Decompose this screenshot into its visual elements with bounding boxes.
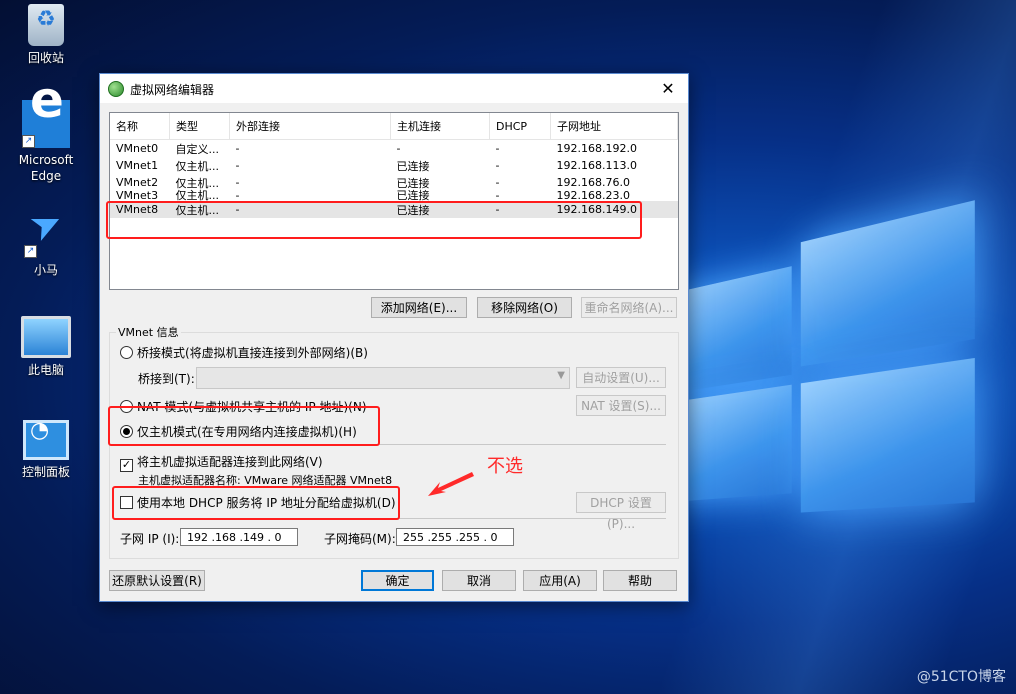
- dhcp-settings-button[interactable]: DHCP 设置(P)...: [576, 492, 666, 531]
- add-network-button[interactable]: 添加网络(E)...: [371, 297, 467, 318]
- desktop-icon-recycle-bin[interactable]: 回收站: [10, 4, 82, 66]
- nat-settings-button[interactable]: NAT 设置(S)...: [576, 395, 666, 416]
- edge-icon: ↗: [22, 92, 70, 148]
- paper-plane-icon: ↗: [24, 214, 68, 258]
- dialog-title: 虚拟网络编辑器: [130, 83, 215, 97]
- list-header: 名称 类型 外部连接 主机连接 DHCP 子网地址: [110, 113, 678, 140]
- column-header[interactable]: 名称: [110, 113, 170, 140]
- bridge-to-select[interactable]: ▼: [196, 367, 570, 389]
- subnet-mask-label: 子网掩码(M):: [324, 532, 396, 546]
- computer-icon: [21, 316, 71, 358]
- restore-defaults-button[interactable]: 还原默认设置(R): [109, 570, 205, 591]
- column-header[interactable]: 类型: [169, 113, 230, 140]
- bridge-to-label: 桥接到(T):: [138, 372, 195, 386]
- column-header[interactable]: DHCP: [489, 113, 551, 140]
- subnet-ip-label: 子网 IP (I):: [120, 532, 180, 546]
- table-row[interactable]: VMnet1 仅主机... - 已连接 -192.168.113.0: [110, 157, 678, 174]
- watermark: @51CTO博客: [916, 669, 1006, 685]
- desktop-icon-this-pc[interactable]: 此电脑: [10, 316, 82, 378]
- column-header[interactable]: 外部连接: [229, 113, 391, 140]
- apply-button[interactable]: 应用(A): [523, 570, 597, 591]
- column-header[interactable]: 子网地址: [550, 113, 678, 140]
- annotation-note: 不选: [487, 456, 523, 477]
- cancel-button[interactable]: 取消: [442, 570, 516, 591]
- windows-logo: [667, 197, 987, 545]
- vmnet-info-label: VMnet 信息: [116, 324, 181, 340]
- close-icon[interactable]: ✕: [648, 74, 688, 103]
- help-button[interactable]: 帮助: [603, 570, 677, 591]
- highlight-host-only: [108, 406, 380, 446]
- radio-icon: [120, 346, 133, 359]
- control-panel-icon: [23, 420, 69, 460]
- column-header[interactable]: 主机连接: [390, 113, 490, 140]
- connect-adapter-checkbox[interactable]: ✓ 将主机虚拟适配器连接到此网络(V): [120, 453, 323, 472]
- network-globe-icon: [108, 81, 124, 97]
- chevron-down-icon: ▼: [557, 370, 565, 381]
- desktop-icon-control-panel[interactable]: 控制面板: [10, 420, 82, 480]
- highlight-vmnet8-row: [106, 201, 642, 239]
- subnet-mask-input[interactable]: 255 .255 .255 . 0: [396, 528, 514, 546]
- ok-button[interactable]: 确定: [361, 570, 434, 591]
- desktop-icon-edge[interactable]: ↗ Microsoft Edge: [10, 92, 82, 184]
- table-row[interactable]: VMnet0 自定义... - - -192.168.192.0: [110, 140, 678, 158]
- recycle-bin-icon: [28, 4, 64, 46]
- auto-settings-button[interactable]: 自动设置(U)...: [576, 367, 666, 388]
- title-bar: 虚拟网络编辑器 ✕: [100, 74, 688, 103]
- checkmark-icon: ✓: [120, 458, 133, 472]
- rename-network-button[interactable]: 重命名网络(A)...: [581, 297, 677, 318]
- bridged-mode-radio[interactable]: 桥接模式(将虚拟机直接连接到外部网络)(B): [120, 344, 368, 361]
- remove-network-button[interactable]: 移除网络(O): [477, 297, 572, 318]
- red-arrow-icon: [428, 472, 474, 496]
- table-row[interactable]: VMnet3 仅主机... - 已连接 -192.168.23.0: [110, 190, 678, 201]
- subnet-ip-input[interactable]: 192 .168 .149 . 0: [180, 528, 298, 546]
- desktop-icon-xiaoma[interactable]: ↗ 小马: [10, 214, 82, 278]
- highlight-dhcp: [112, 486, 400, 520]
- virtual-network-editor-dialog: 虚拟网络编辑器 ✕ 名称 类型 外部连接 主机连接 DHCP 子网地址 VMne…: [99, 73, 689, 602]
